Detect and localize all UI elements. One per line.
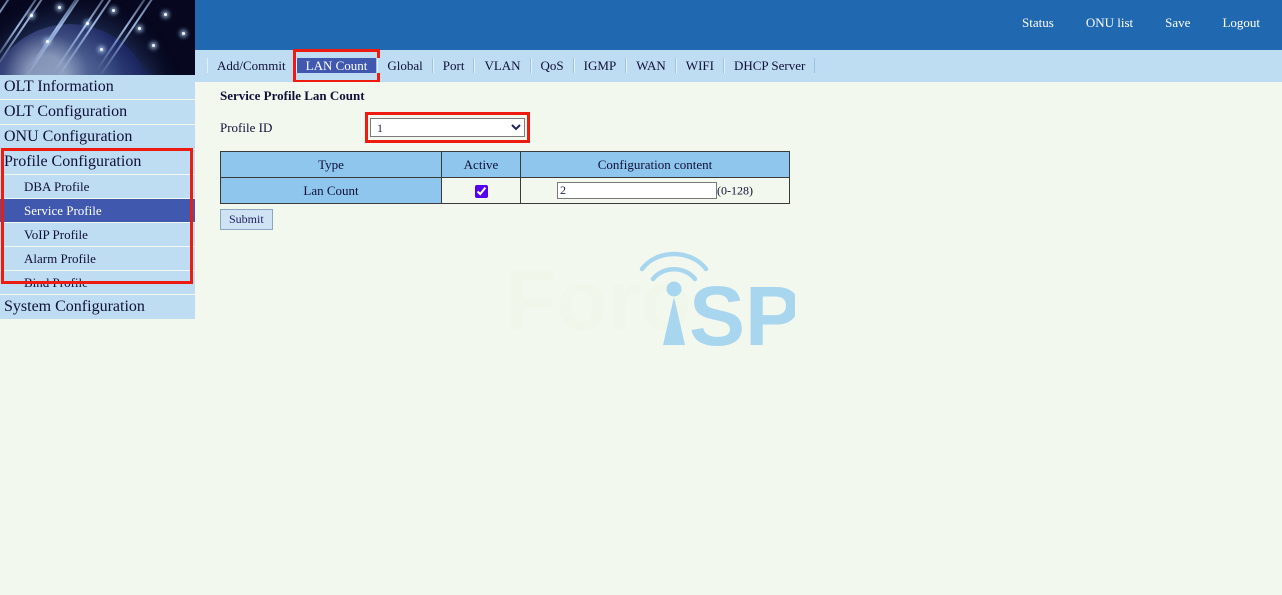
lan-count-input[interactable] <box>557 182 717 200</box>
col-header-content: Configuration content <box>520 151 790 178</box>
tab-vlan[interactable]: VLAN <box>474 58 531 73</box>
table-header-row: Type Active Configuration content <box>220 151 790 178</box>
sidebar-item-alarm-profile[interactable]: Alarm Profile <box>0 247 195 271</box>
config-table-head: Type Active Configuration content <box>220 151 790 178</box>
antenna-icon <box>639 251 709 345</box>
tab-wrap-global: Global <box>377 52 433 80</box>
sidebar-nav: OLT Information OLT Configuration ONU Conf… <box>0 75 195 320</box>
foroisp-logo-svg: Foro SP <box>505 251 801 363</box>
tab-igmp[interactable]: IGMP <box>573 58 627 73</box>
tab-port[interactable]: Port <box>432 58 475 73</box>
watermark-sp-text: SP <box>689 269 795 347</box>
tab-add-commit[interactable]: Add/Commit <box>207 58 296 73</box>
tab-wrap-dhcp-server: DHCP Server <box>723 52 816 80</box>
active-checkbox[interactable] <box>474 185 488 199</box>
tab-wrap-wifi: WIFI <box>675 52 724 80</box>
sidebar-item-profile-configuration[interactable]: Profile Configuration <box>0 150 195 175</box>
tab-global[interactable]: Global <box>377 58 433 73</box>
app-window: OLT Information OLT Configuration ONU Conf… <box>0 0 1282 595</box>
range-hint: (0-128) <box>717 183 753 198</box>
config-table: Type Active Configuration content Lan Co… <box>220 151 790 204</box>
tab-bar: Add/Commit LAN Count Global Port VLAN QoS IGMP… <box>195 49 1282 83</box>
sidebar-item-olt-configuration[interactable]: OLT Configuration <box>0 100 195 125</box>
header-link-logout[interactable]: Logout <box>1206 15 1276 31</box>
header-link-save[interactable]: Save <box>1149 15 1206 31</box>
tab-wrap-vlan: VLAN <box>474 52 531 80</box>
top-header: Status ONU list Save Logout <box>195 0 1282 50</box>
tab-wrap-igmp: IGMP <box>573 52 627 80</box>
sidebar-item-voip-profile[interactable]: VoIP Profile <box>0 223 195 247</box>
tab-qos[interactable]: QoS <box>530 58 574 73</box>
tab-wifi[interactable]: WIFI <box>675 58 724 73</box>
tab-wrap-add-commit: Add/Commit <box>207 52 296 80</box>
cell-type: Lan Count <box>220 177 442 204</box>
profile-id-select[interactable]: 1 <box>370 118 525 137</box>
sidebar-item-dba-profile[interactable]: DBA Profile <box>0 175 195 199</box>
tab-wrap-qos: QoS <box>530 52 574 80</box>
submit-button[interactable]: Submit <box>220 209 273 230</box>
watermark-foro-text: Foro <box>505 253 692 347</box>
sidebar-item-service-profile[interactable]: Service Profile <box>0 199 195 223</box>
main-content: Service Profile Lan Count Profile ID 1 T… <box>195 82 1282 595</box>
tab-wrap-wan: WAN <box>626 52 676 80</box>
profile-id-select-wrap: 1 <box>365 112 530 143</box>
foroisp-watermark: Foro SP <box>505 237 801 363</box>
sidebar-item-olt-information[interactable]: OLT Information <box>0 75 195 100</box>
header-links: Status ONU list Save Logout <box>1006 15 1276 31</box>
profile-id-row: Profile ID 1 <box>220 112 530 143</box>
col-header-active: Active <box>441 151 521 178</box>
tab-wrap-port: Port <box>432 52 475 80</box>
tab-dhcp-server[interactable]: DHCP Server <box>723 58 816 73</box>
tab-wrap-lan-count: LAN Count <box>292 49 381 83</box>
banner-image <box>0 0 195 75</box>
table-row: Lan Count (0-128) <box>220 177 790 204</box>
cell-content: (0-128) <box>520 177 790 204</box>
config-table-body: Lan Count (0-128) <box>220 177 790 204</box>
profile-id-label: Profile ID <box>220 119 273 135</box>
sidebar: OLT Information OLT Configuration ONU Conf… <box>0 0 195 595</box>
tab-wan[interactable]: WAN <box>626 58 676 73</box>
page-title: Service Profile Lan Count <box>220 88 365 103</box>
tab-lan-count[interactable]: LAN Count <box>295 58 378 73</box>
header-link-onu-list[interactable]: ONU list <box>1070 15 1149 31</box>
sidebar-item-system-configuration[interactable]: System Configuration <box>0 295 195 320</box>
col-header-type: Type <box>220 151 442 178</box>
header-link-status[interactable]: Status <box>1006 15 1070 31</box>
sidebar-item-onu-configuration[interactable]: ONU Configuration <box>0 125 195 150</box>
sidebar-item-bind-profile[interactable]: Bind Profile <box>0 271 195 295</box>
cell-active <box>441 177 521 204</box>
